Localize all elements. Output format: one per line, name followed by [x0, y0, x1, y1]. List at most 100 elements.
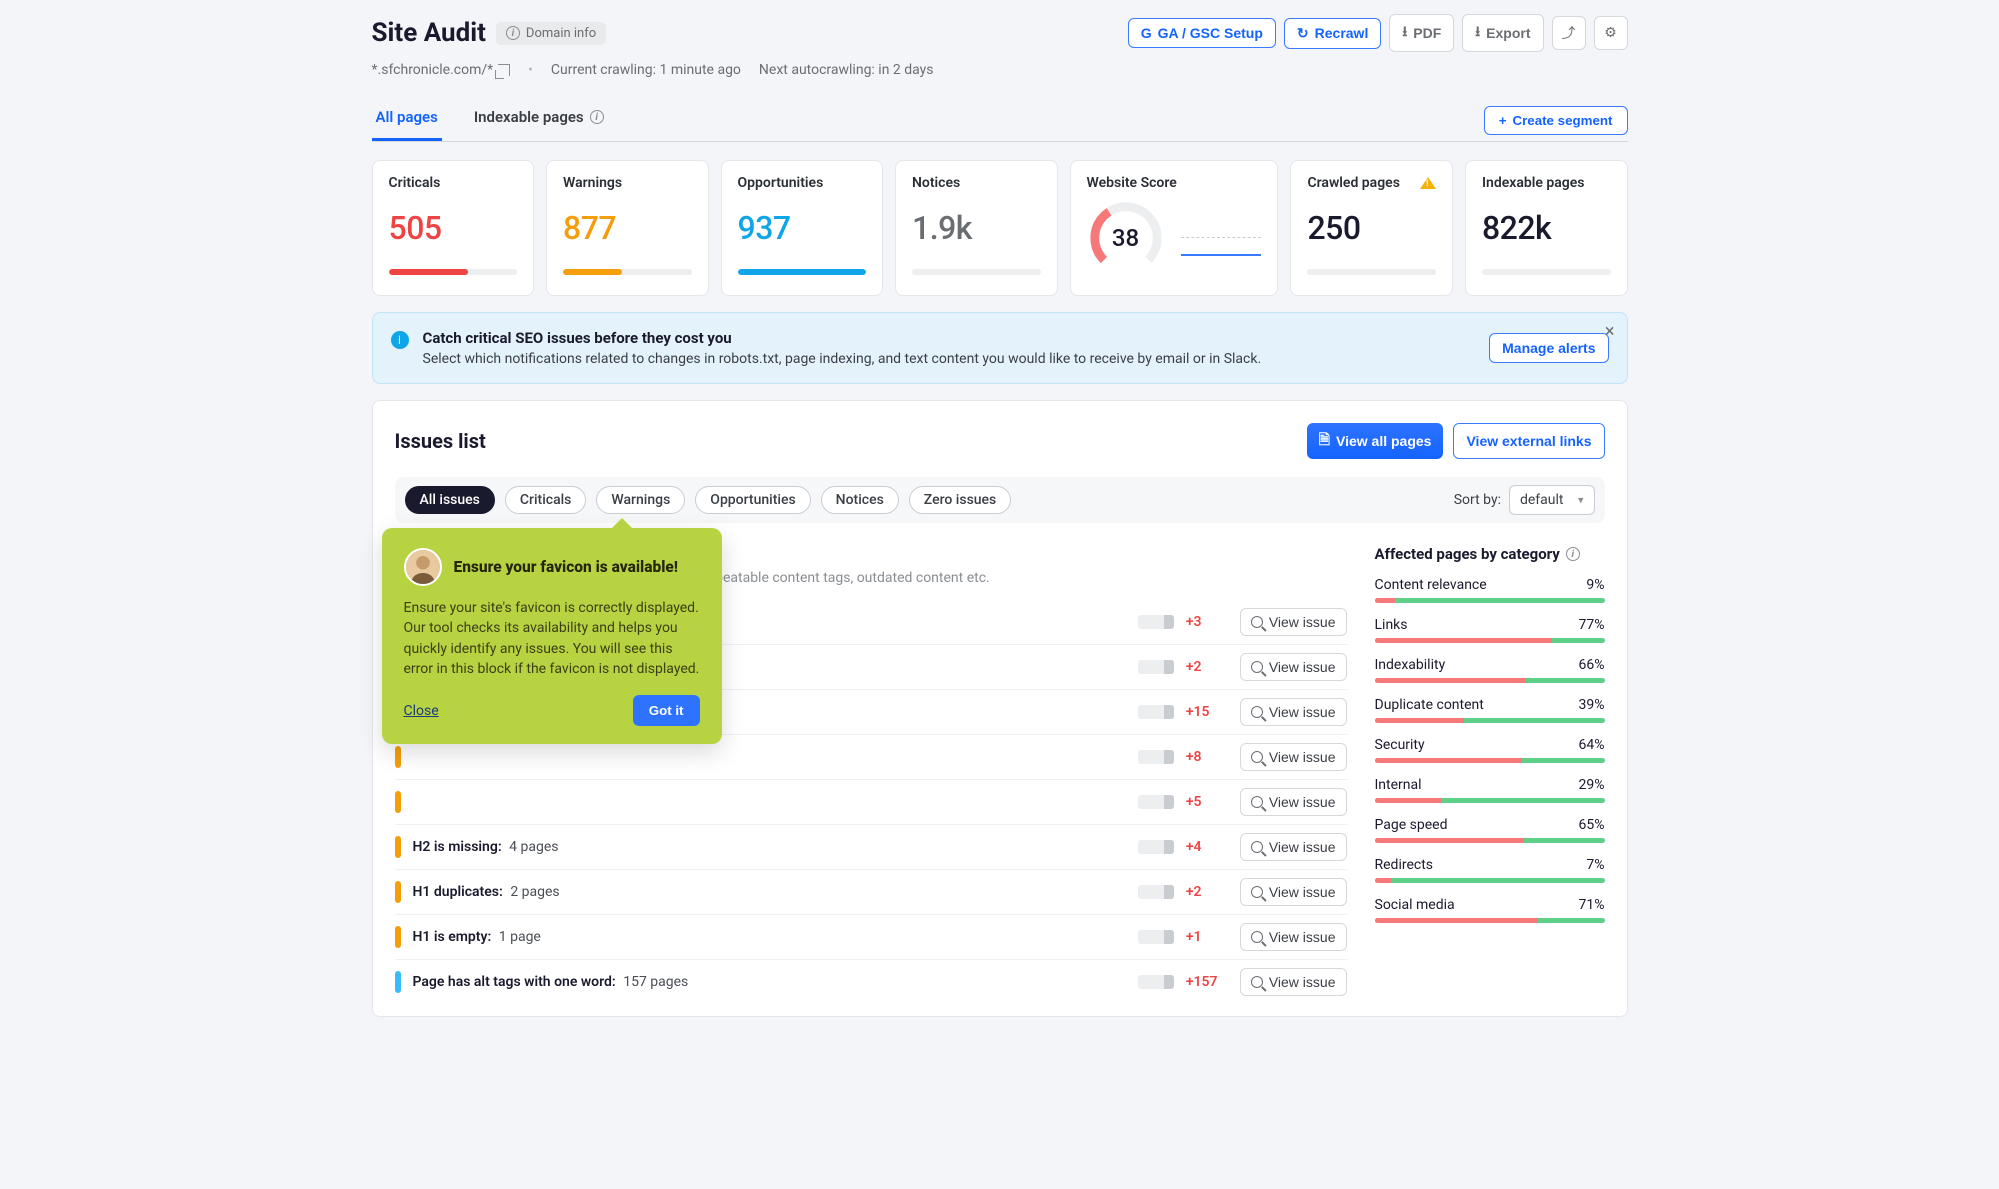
popover-close-link[interactable]: Close	[404, 703, 439, 719]
view-issue-button[interactable]: View issue	[1240, 608, 1347, 636]
apc-row[interactable]: Social media71%	[1375, 897, 1605, 923]
card-opportunities-label: Opportunities	[738, 175, 867, 191]
filter-pill-all-issues[interactable]: All issues	[405, 486, 495, 514]
domain-info-chip[interactable]: Domain info	[496, 22, 606, 45]
pages-icon: 🗎	[1319, 429, 1330, 453]
card-crawled[interactable]: Crawled pages 250	[1290, 160, 1453, 296]
view-issue-button[interactable]: View issue	[1240, 698, 1347, 726]
card-indexable-label: Indexable pages	[1482, 175, 1611, 191]
tab-indexable-pages[interactable]: Indexable pages	[470, 98, 608, 141]
card-warnings[interactable]: Warnings 877	[546, 160, 709, 296]
filter-pill-warnings[interactable]: Warnings	[596, 486, 685, 514]
export-button[interactable]: ⭳ Export	[1462, 14, 1543, 52]
apc-name: Indexability	[1375, 657, 1446, 673]
view-issue-button[interactable]: View issue	[1240, 833, 1347, 861]
popover-title: Ensure your favicon is available!	[454, 558, 679, 576]
apc-row[interactable]: Links77%	[1375, 617, 1605, 643]
view-issue-button[interactable]: View issue	[1240, 923, 1347, 951]
view-all-pages-button[interactable]: 🗎 View all pages	[1307, 423, 1444, 459]
search-icon	[1251, 841, 1263, 853]
manage-alerts-button[interactable]: Manage alerts	[1489, 333, 1608, 363]
card-crawled-label: Crawled pages	[1307, 175, 1436, 191]
create-segment-label: Create segment	[1512, 113, 1612, 128]
apc-row[interactable]: Security64%	[1375, 737, 1605, 763]
card-opportunities[interactable]: Opportunities 937	[721, 160, 884, 296]
issue-delta: +2	[1186, 884, 1228, 900]
sort-select[interactable]: default	[1509, 485, 1595, 515]
apc-name: Redirects	[1375, 857, 1434, 873]
view-issue-button[interactable]: View issue	[1240, 743, 1347, 771]
issues-list-title: Issues list	[395, 429, 486, 453]
apc-bar	[1375, 798, 1605, 803]
popover-got-it-button[interactable]: Got it	[633, 695, 700, 726]
issue-label: H1 duplicates	[413, 884, 500, 900]
view-issue-button[interactable]: View issue	[1240, 788, 1347, 816]
scope-domain[interactable]: *.sfchronicle.com/*	[372, 62, 511, 78]
issue-label: H1 is empty	[413, 929, 488, 945]
severity-indicator	[395, 791, 401, 813]
issue-delta: +1	[1186, 929, 1228, 945]
score-value: 38	[1087, 199, 1165, 277]
search-icon	[1251, 886, 1263, 898]
filter-pill-notices[interactable]: Notices	[821, 486, 899, 514]
affected-pages-column: Affected pages by category Content relev…	[1375, 545, 1605, 937]
apc-name: Links	[1375, 617, 1408, 633]
issue-delta: +15	[1186, 704, 1228, 720]
apc-name: Duplicate content	[1375, 697, 1484, 713]
card-website-score[interactable]: Website Score 38	[1070, 160, 1279, 296]
card-warnings-label: Warnings	[563, 175, 692, 191]
view-issue-button[interactable]: View issue	[1240, 878, 1347, 906]
issue-sparkline	[1138, 750, 1174, 764]
card-warnings-bar	[563, 269, 692, 275]
card-crawled-value: 250	[1307, 209, 1436, 247]
apc-row[interactable]: Page speed65%	[1375, 817, 1605, 843]
issue-suffix: :	[487, 929, 491, 945]
filter-pill-criticals[interactable]: Criticals	[505, 486, 587, 514]
card-warnings-value: 877	[563, 209, 692, 247]
apc-row[interactable]: Indexability66%	[1375, 657, 1605, 683]
issue-sparkline	[1138, 705, 1174, 719]
banner-close-icon[interactable]: ×	[1605, 321, 1615, 342]
issue-sparkline	[1138, 795, 1174, 809]
apc-row[interactable]: Redirects7%	[1375, 857, 1605, 883]
card-notices[interactable]: Notices 1.9k	[895, 160, 1058, 296]
apc-row[interactable]: Internal29%	[1375, 777, 1605, 803]
issue-sparkline	[1138, 975, 1174, 989]
apc-name: Security	[1375, 737, 1425, 753]
apc-name: Social media	[1375, 897, 1455, 913]
create-segment-button[interactable]: + Create segment	[1484, 106, 1628, 135]
ga-gsc-label: GA / GSC Setup	[1158, 25, 1263, 41]
apc-bar	[1375, 758, 1605, 763]
apc-row[interactable]: Duplicate content39%	[1375, 697, 1605, 723]
filter-pill-zero-issues[interactable]: Zero issues	[909, 486, 1011, 514]
card-criticals-label: Criticals	[389, 175, 518, 191]
view-external-links-button[interactable]: View external links	[1453, 423, 1604, 459]
card-notices-bar	[912, 269, 1041, 275]
apc-bar	[1375, 878, 1605, 883]
issue-suffix: :	[498, 839, 502, 855]
issue-sparkline	[1138, 930, 1174, 944]
card-indexable[interactable]: Indexable pages822k	[1465, 160, 1628, 296]
issue-label: Page has alt tags with one word	[413, 974, 612, 990]
view-issue-button[interactable]: View issue	[1240, 968, 1347, 996]
share-button[interactable]: ⤴	[1552, 16, 1586, 50]
card-notices-label: Notices	[912, 175, 1041, 191]
warning-icon	[1420, 177, 1436, 189]
pdf-button[interactable]: ⭳ PDF	[1389, 14, 1454, 52]
issue-sparkline	[1138, 615, 1174, 629]
apc-pct: 65%	[1579, 817, 1605, 833]
recrawl-button[interactable]: ↻ Recrawl	[1284, 18, 1381, 49]
card-criticals[interactable]: Criticals 505	[372, 160, 535, 296]
apc-row[interactable]: Content relevance9%	[1375, 577, 1605, 603]
export-label: Export	[1486, 25, 1530, 41]
issue-row: Page has alt tags with one word: 157 pag…	[395, 959, 1347, 1004]
issue-pages: 2 pages	[510, 884, 559, 900]
tab-all-pages[interactable]: All pages	[372, 98, 442, 141]
severity-indicator	[395, 881, 401, 903]
ga-gsc-button[interactable]: G GA / GSC Setup	[1128, 18, 1276, 48]
settings-button[interactable]: ⚙	[1594, 16, 1628, 50]
view-issue-button[interactable]: View issue	[1240, 653, 1347, 681]
issue-sparkline	[1138, 660, 1174, 674]
filter-pill-opportunities[interactable]: Opportunities	[695, 486, 810, 514]
issue-row: H2 is missing: 4 pages+4View issue	[395, 824, 1347, 869]
